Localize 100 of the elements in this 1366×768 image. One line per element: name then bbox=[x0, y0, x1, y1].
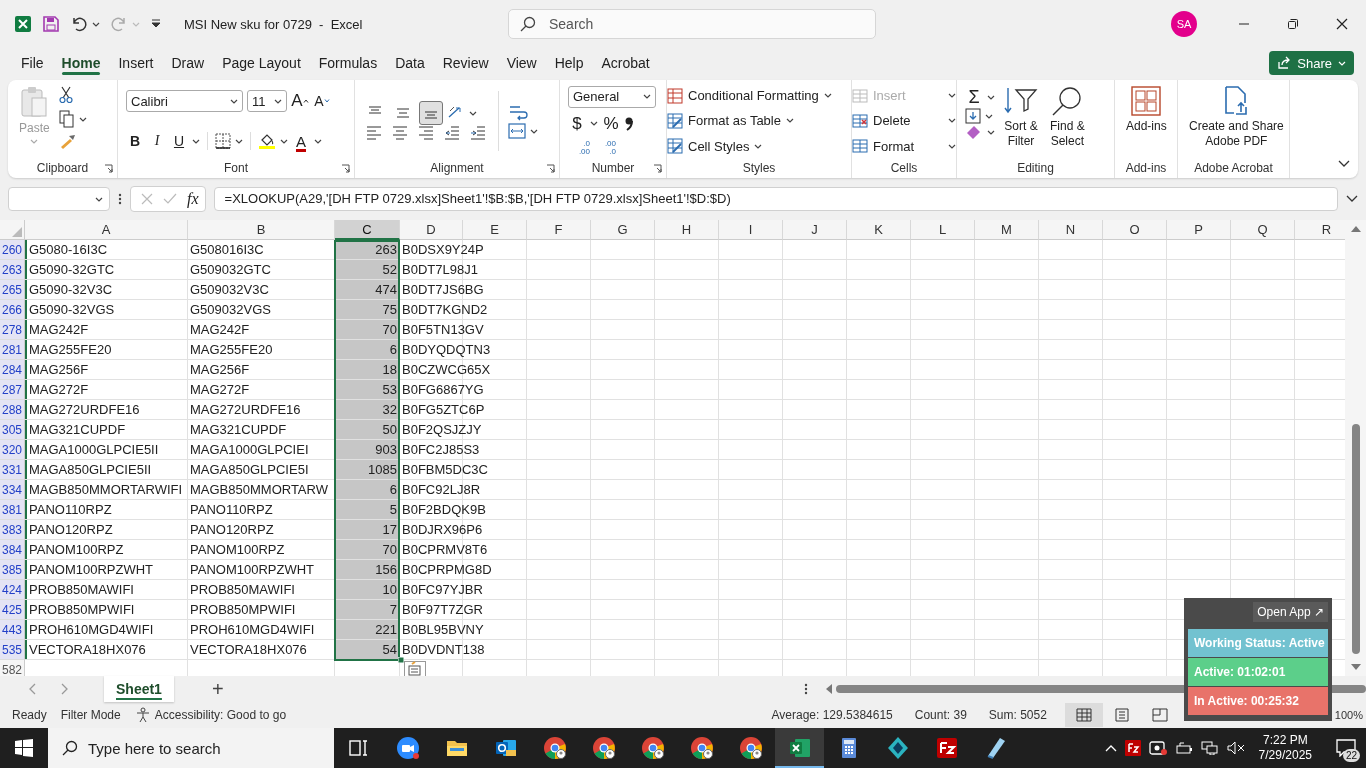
bold-button[interactable]: B bbox=[126, 130, 144, 152]
ribbon-tab[interactable]: Home bbox=[52, 48, 110, 78]
comma-style-icon[interactable] bbox=[624, 116, 634, 132]
insert-function-button[interactable]: fx bbox=[187, 190, 199, 208]
ribbon-tab[interactable]: View bbox=[497, 48, 546, 78]
scroll-up-icon[interactable] bbox=[1350, 226, 1361, 232]
dialog-launcher-icon[interactable] bbox=[341, 163, 350, 173]
column-header[interactable]: A bbox=[25, 220, 188, 240]
eraser-icon[interactable] bbox=[965, 124, 983, 140]
column-header[interactable]: D bbox=[400, 220, 463, 240]
row-header[interactable]: 331 bbox=[0, 460, 25, 480]
view-button[interactable] bbox=[1064, 703, 1103, 727]
search-field[interactable]: Search bbox=[508, 9, 876, 39]
dialog-launcher-icon[interactable] bbox=[546, 163, 555, 173]
ribbon-tab[interactable]: Help bbox=[545, 48, 593, 78]
ribbon-tab[interactable]: Draw bbox=[162, 48, 214, 78]
row-header[interactable]: 424 bbox=[0, 580, 25, 600]
ribbon-tab[interactable]: Acrobat bbox=[592, 48, 659, 78]
copy-icon[interactable] bbox=[58, 110, 75, 128]
column-header[interactable]: C bbox=[335, 220, 400, 240]
row-header[interactable]: 582 bbox=[0, 660, 25, 676]
cells-menu-button[interactable]: Delete bbox=[852, 113, 956, 129]
row-header[interactable]: 284 bbox=[0, 360, 25, 380]
add-ins-button[interactable]: Add-ins bbox=[1123, 84, 1170, 158]
styles-menu-button[interactable]: Cell Styles bbox=[667, 138, 851, 155]
chevron-up-icon[interactable] bbox=[1104, 744, 1117, 752]
create-pdf-button[interactable]: Create and Share Adobe PDF bbox=[1186, 84, 1287, 158]
row-header[interactable]: 260 bbox=[0, 240, 25, 260]
vertical-scrollbar[interactable] bbox=[1345, 220, 1366, 676]
scissors-icon[interactable] bbox=[58, 86, 73, 104]
ribbon-tab[interactable]: Page Layout bbox=[213, 48, 310, 78]
check-icon[interactable] bbox=[163, 193, 177, 205]
fill-down-icon[interactable] bbox=[965, 108, 981, 124]
row-header[interactable]: 320 bbox=[0, 440, 25, 460]
row-header[interactable]: 278 bbox=[0, 320, 25, 340]
wrap-text-icon[interactable] bbox=[508, 103, 528, 123]
notification-button[interactable]: 22 bbox=[1326, 728, 1366, 768]
accessibility-status[interactable]: Accessibility: Good to go bbox=[154, 708, 287, 722]
row-header[interactable]: 535 bbox=[0, 640, 25, 660]
column-header[interactable]: P bbox=[1167, 220, 1231, 240]
merge-center-icon[interactable] bbox=[508, 123, 526, 139]
dialog-launcher-icon[interactable] bbox=[104, 163, 113, 173]
ribbon-tab[interactable]: Formulas bbox=[309, 48, 387, 78]
font-size-dropdown[interactable]: 11 bbox=[247, 90, 287, 112]
row-header[interactable]: 288 bbox=[0, 400, 25, 420]
column-header[interactable]: J bbox=[783, 220, 847, 240]
more-options-icon[interactable] bbox=[803, 683, 808, 695]
sheet-tab[interactable]: Sheet1 bbox=[104, 676, 174, 702]
text-align-icon[interactable] bbox=[418, 125, 434, 141]
network-icon[interactable] bbox=[1200, 741, 1219, 755]
decrease-font-button[interactable]: A bbox=[313, 90, 331, 112]
scroll-left-icon[interactable] bbox=[825, 684, 832, 694]
increase-indent-icon[interactable] bbox=[470, 125, 486, 141]
sort-filter-button[interactable]: Sort & Filter bbox=[1001, 84, 1041, 151]
row-header[interactable]: 384 bbox=[0, 540, 25, 560]
currency-button[interactable]: $ bbox=[568, 113, 586, 135]
close-icon[interactable] bbox=[1336, 18, 1348, 30]
speaker-muted-icon[interactable] bbox=[1226, 741, 1245, 755]
paste-options-icon[interactable] bbox=[404, 661, 426, 676]
scroll-down-icon[interactable] bbox=[1350, 664, 1361, 670]
scroll-thumb[interactable] bbox=[1351, 424, 1360, 654]
column-header[interactable]: I bbox=[719, 220, 783, 240]
column-header[interactable]: F bbox=[527, 220, 591, 240]
ribbon-tab[interactable]: File bbox=[12, 48, 53, 78]
borders-icon[interactable] bbox=[215, 133, 231, 149]
column-header[interactable]: L bbox=[911, 220, 975, 240]
row-header[interactable]: 281 bbox=[0, 340, 25, 360]
autosum-button[interactable]: Σ bbox=[965, 86, 983, 108]
row-header[interactable]: 383 bbox=[0, 520, 25, 540]
column-header[interactable]: O bbox=[1103, 220, 1167, 240]
decrease-decimal-button[interactable]: .00 .0 bbox=[594, 140, 616, 157]
column-header[interactable]: M bbox=[975, 220, 1039, 240]
vertical-align-button[interactable] bbox=[419, 101, 443, 125]
tray-app-icon[interactable] bbox=[1148, 740, 1167, 756]
italic-button[interactable]: I bbox=[148, 130, 166, 152]
find-select-button[interactable]: Find & Select bbox=[1047, 84, 1088, 151]
column-header[interactable]: K bbox=[847, 220, 911, 240]
windows-start-icon[interactable] bbox=[15, 739, 33, 757]
taskbar-search-field[interactable]: Type here to search bbox=[48, 728, 334, 768]
save-icon[interactable] bbox=[42, 15, 60, 33]
increase-font-button[interactable]: A bbox=[291, 90, 309, 112]
open-app-link[interactable]: Open App ↗ bbox=[1253, 602, 1328, 622]
styles-menu-button[interactable]: Format as Table bbox=[667, 113, 851, 129]
formula-field[interactable]: =XLOOKUP(A29,'[DH FTP 0729.xlsx]Sheet1'!$B:$B,'[DH FTP 0729.xlsx]Sheet1'!$D:$D) bbox=[213, 187, 1338, 211]
column-header[interactable]: H bbox=[655, 220, 719, 240]
ribbon-tab[interactable]: Data bbox=[386, 48, 434, 78]
row-header[interactable]: 443 bbox=[0, 620, 25, 640]
battery-icon[interactable] bbox=[1174, 741, 1193, 755]
undo-icon[interactable] bbox=[70, 15, 88, 33]
row-header[interactable]: 305 bbox=[0, 420, 25, 440]
taskbar-clock[interactable]: 7:22 PM 7/29/2025 bbox=[1258, 733, 1312, 763]
new-sheet-button[interactable]: + bbox=[211, 677, 224, 701]
user-avatar[interactable]: SA bbox=[1171, 11, 1197, 37]
restore-icon[interactable] bbox=[1287, 18, 1299, 30]
row-header[interactable]: 334 bbox=[0, 480, 25, 500]
font-name-dropdown[interactable]: Calibri bbox=[126, 90, 243, 112]
underline-button[interactable]: U bbox=[170, 130, 188, 152]
styles-menu-button[interactable]: Conditional Formatting bbox=[667, 87, 851, 104]
collapse-ribbon-icon[interactable] bbox=[1338, 160, 1350, 168]
text-align-icon[interactable] bbox=[392, 125, 408, 141]
